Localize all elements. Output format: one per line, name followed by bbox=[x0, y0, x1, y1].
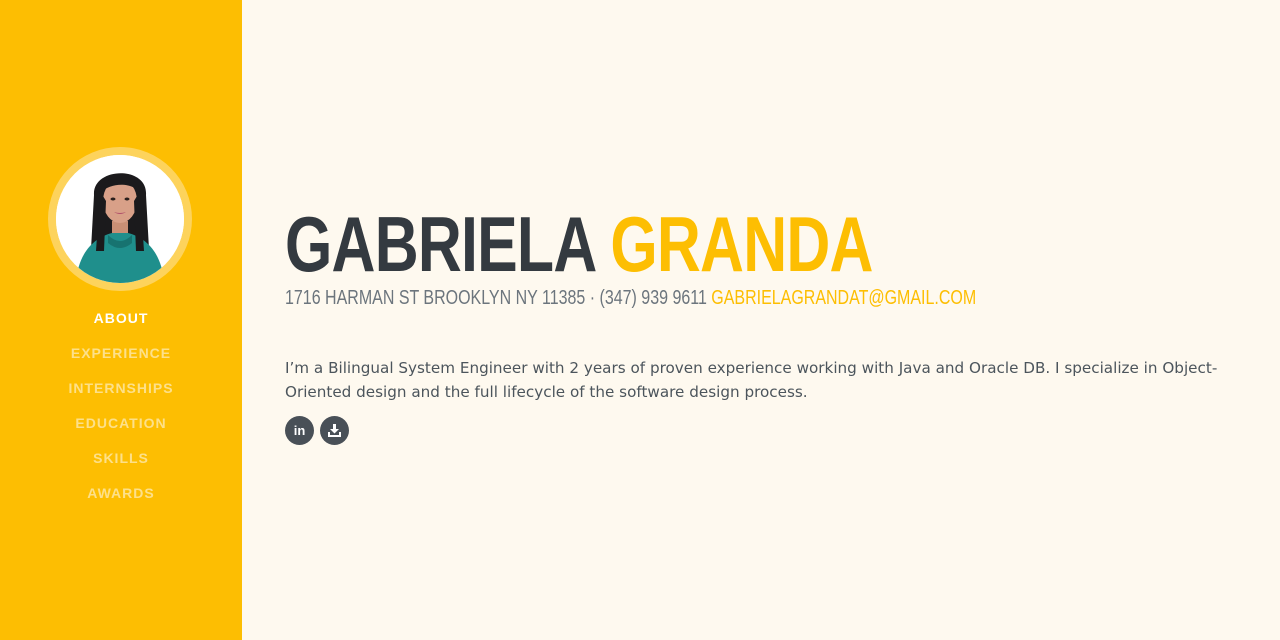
contact-info: 1716 HARMAN ST BROOKLYN NY 11385 · (347)… bbox=[285, 286, 976, 310]
download-icon bbox=[328, 424, 341, 437]
last-name: GRANDA bbox=[610, 200, 873, 288]
download-button[interactable] bbox=[320, 416, 349, 445]
profile-photo bbox=[56, 155, 184, 283]
about-text: I’m a Bilingual System Engineer with 2 y… bbox=[285, 359, 1218, 401]
nav-item-education[interactable]: EDUCATION bbox=[0, 413, 242, 448]
social-icons: in bbox=[285, 416, 349, 445]
sidebar: ABOUT EXPERIENCE INTERNSHIPS EDUCATION S… bbox=[0, 0, 242, 640]
email-link[interactable]: GABRIELAGRANDAT@GMAIL.COM bbox=[711, 287, 976, 309]
linkedin-icon: in bbox=[293, 423, 306, 438]
sidebar-nav: ABOUT EXPERIENCE INTERNSHIPS EDUCATION S… bbox=[0, 308, 242, 518]
address-phone: 1716 HARMAN ST BROOKLYN NY 11385 · (347)… bbox=[285, 287, 712, 309]
first-name: GABRIELA bbox=[285, 200, 595, 288]
page-title: GABRIELA GRANDA bbox=[285, 202, 873, 286]
nav-item-internships[interactable]: INTERNSHIPS bbox=[0, 378, 242, 413]
avatar bbox=[56, 155, 184, 283]
nav-item-experience[interactable]: EXPERIENCE bbox=[0, 343, 242, 378]
avatar-ring bbox=[48, 147, 192, 291]
nav-item-about[interactable]: ABOUT bbox=[0, 308, 242, 343]
nav-item-awards[interactable]: AWARDS bbox=[0, 483, 242, 518]
nav-item-skills[interactable]: SKILLS bbox=[0, 448, 242, 483]
linkedin-button[interactable]: in bbox=[285, 416, 314, 445]
